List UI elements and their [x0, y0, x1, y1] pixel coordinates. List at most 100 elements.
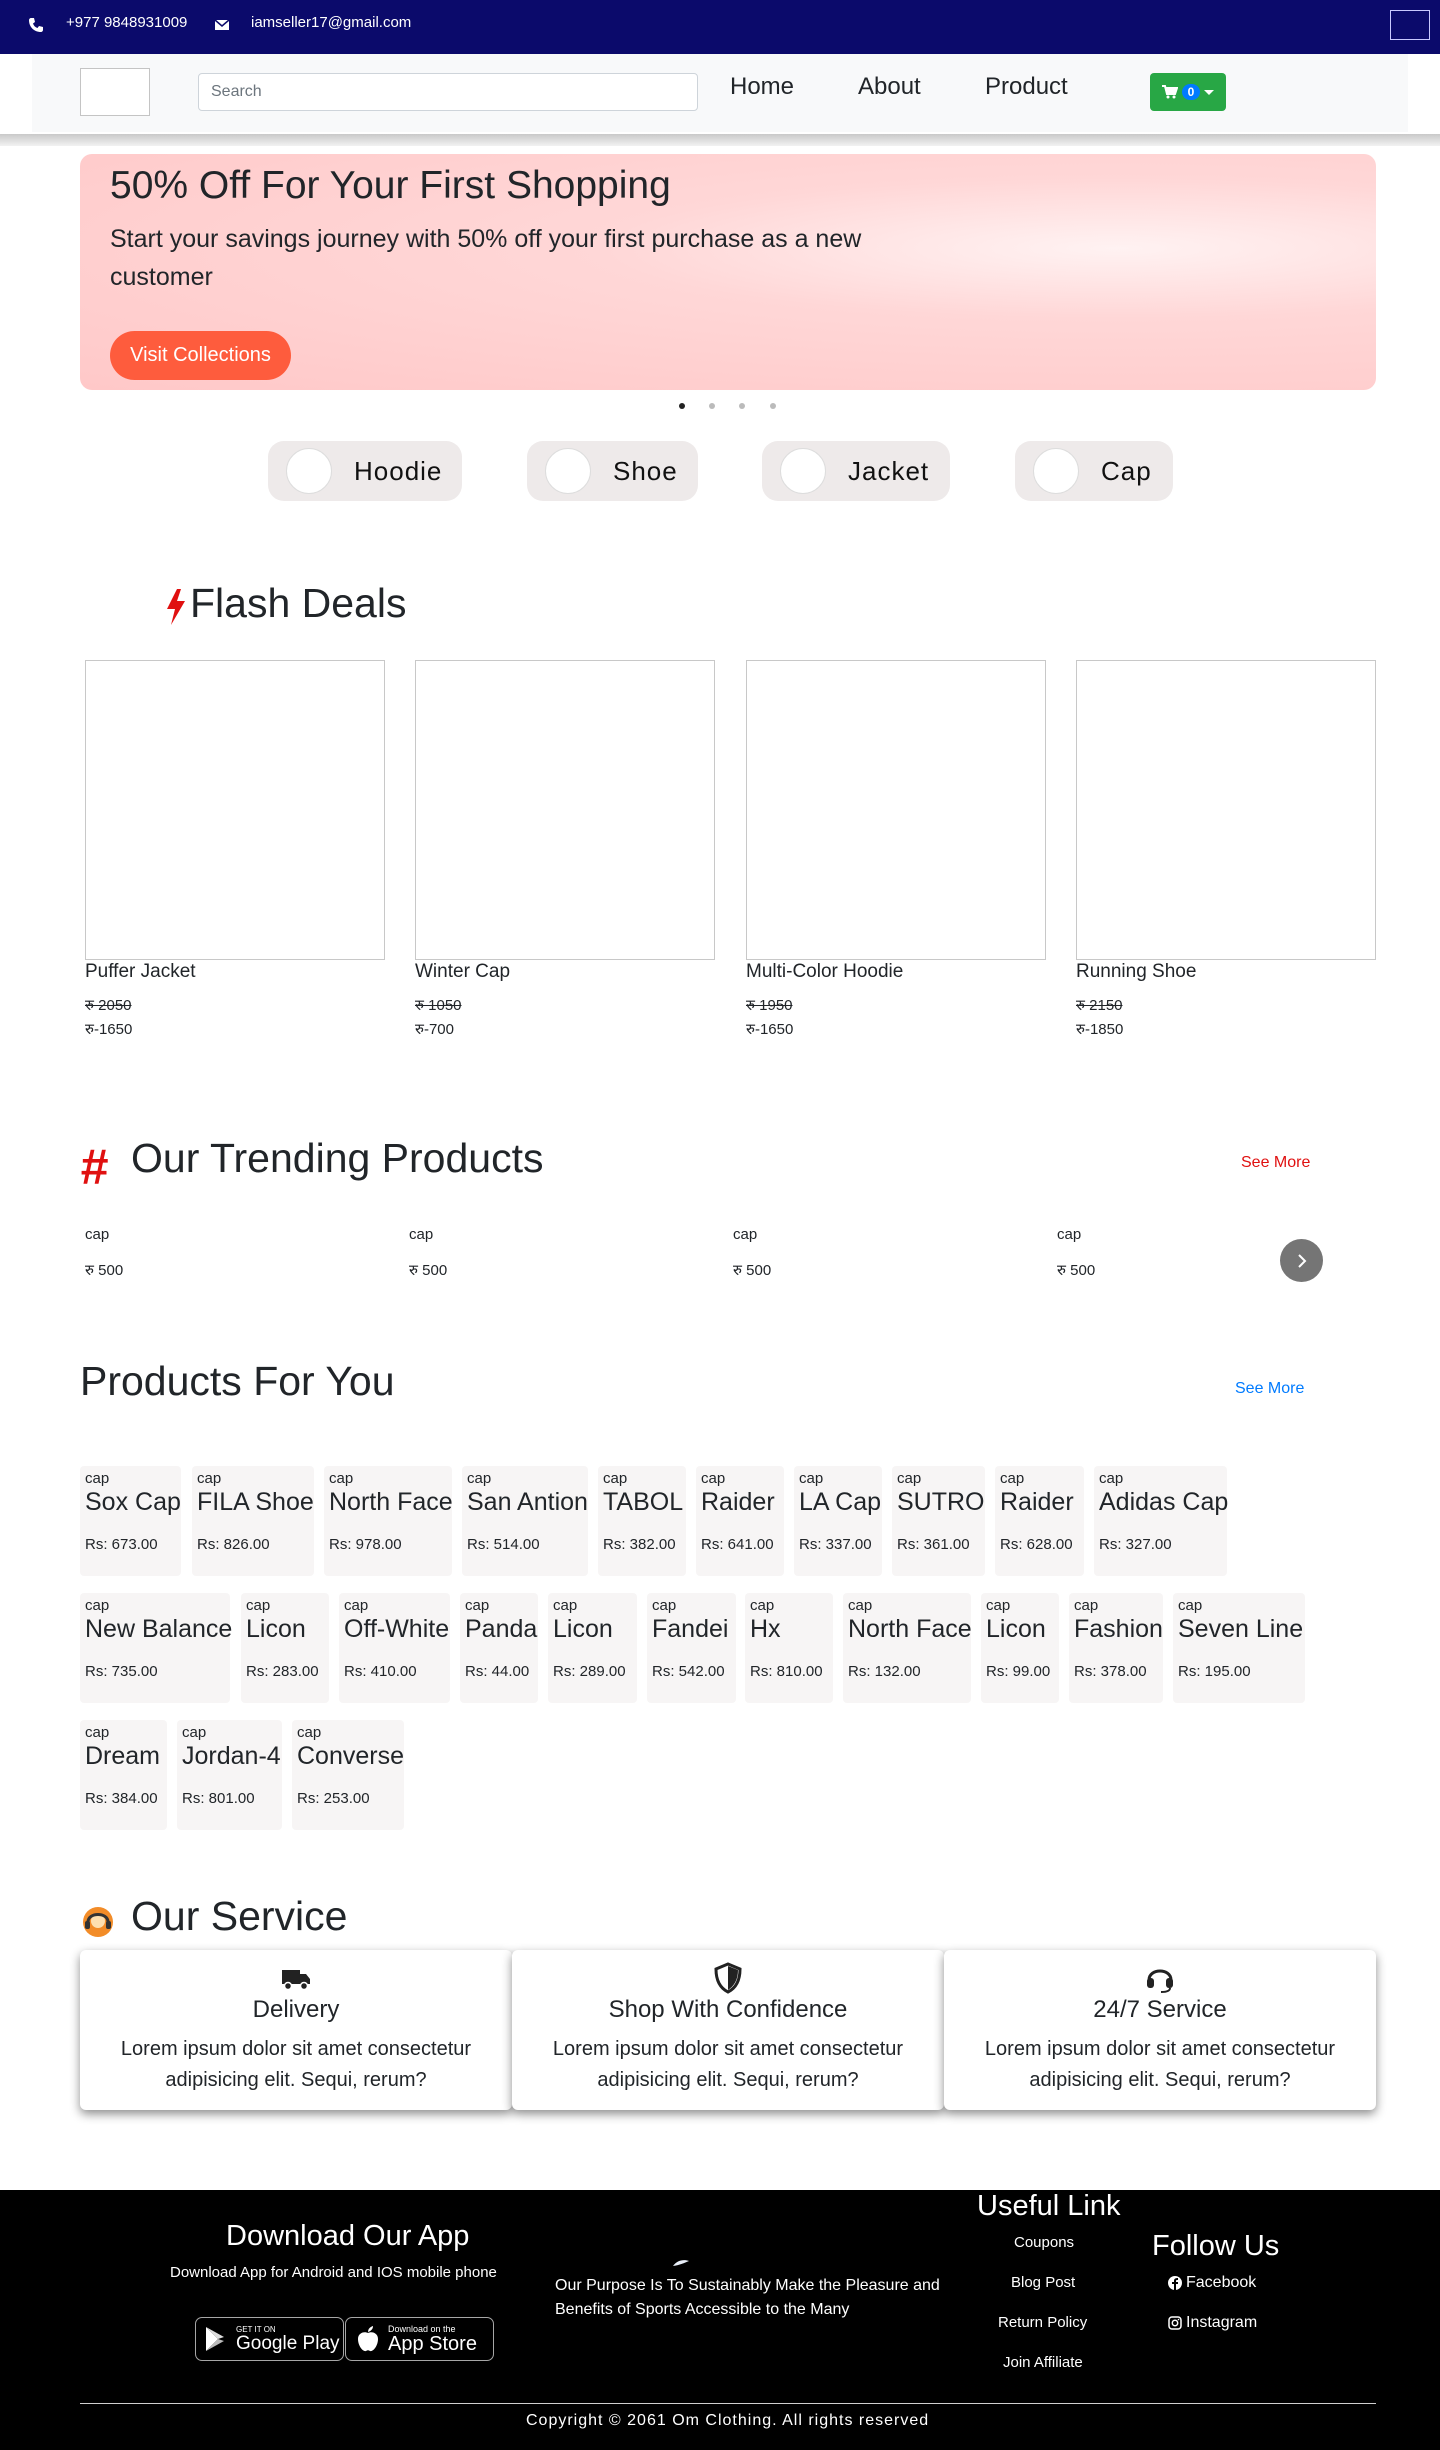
- nav-link-home[interactable]: Home: [730, 73, 794, 101]
- product-image-alt: cap: [799, 1470, 824, 1487]
- category-cap[interactable]: Cap: [1015, 441, 1173, 501]
- instagram-link[interactable]: Instagram: [1168, 2314, 1257, 2332]
- service-card-confidence: Shop With Confidence Lorem ipsum dolor s…: [512, 1950, 944, 2110]
- footer-link-blog-post[interactable]: Blog Post: [1011, 2274, 1075, 2291]
- product-card[interactable]: cap LA Cap Rs: 337.00: [794, 1466, 882, 1576]
- product-price: Rs: 382.00: [603, 1536, 676, 1553]
- cart-button[interactable]: 0: [1150, 73, 1226, 111]
- product-card[interactable]: cap FILA Shoe Rs: 826.00: [192, 1466, 314, 1576]
- carousel-dot[interactable]: [679, 403, 685, 409]
- envelope-icon: [214, 19, 230, 30]
- visit-collections-button[interactable]: Visit Collections: [110, 331, 291, 380]
- product-card[interactable]: cap Fashion Rs: 378.00: [1069, 1593, 1163, 1703]
- category-label: Hoodie: [354, 455, 443, 486]
- trending-image-alt[interactable]: cap: [85, 1226, 109, 1243]
- product-name[interactable]: Puffer Jacket: [85, 961, 196, 983]
- product-image[interactable]: [415, 660, 715, 960]
- follow-us-title: Follow Us: [1152, 2230, 1280, 2262]
- product-image-alt: cap: [848, 1597, 873, 1614]
- footer-purpose-text: Our Purpose Is To Sustainably Make the P…: [555, 2277, 940, 2318]
- service-description: Lorem ipsum dolor sit amet consectetur a…: [984, 2038, 1336, 2091]
- product-card[interactable]: cap Licon Rs: 289.00: [548, 1593, 637, 1703]
- product-name[interactable]: Running Shoe: [1076, 961, 1196, 983]
- product-old-price: रु 1050: [415, 997, 462, 1014]
- search-input[interactable]: [198, 73, 698, 111]
- product-price: Rs: 132.00: [848, 1663, 921, 1680]
- trending-price: रु 500: [1057, 1262, 1096, 1279]
- google-play-button[interactable]: GET IT ON Google Play: [195, 2317, 344, 2361]
- product-image[interactable]: [746, 660, 1046, 960]
- product-name: Converse: [297, 1742, 404, 1770]
- site-logo[interactable]: [80, 68, 150, 116]
- product-price: Rs: 361.00: [897, 1536, 970, 1553]
- product-card[interactable]: cap Raider Rs: 628.00: [995, 1466, 1084, 1576]
- product-card[interactable]: cap Panda Rs: 44.00: [460, 1593, 538, 1703]
- footer-link-coupons[interactable]: Coupons: [1014, 2234, 1074, 2251]
- carousel-next-button[interactable]: [1280, 1239, 1323, 1282]
- phone-icon: [29, 18, 43, 32]
- nav-link-product[interactable]: Product: [985, 73, 1068, 101]
- products-for-you-title: Products For You: [80, 1358, 395, 1404]
- trending-image-alt[interactable]: cap: [1057, 1226, 1081, 1243]
- category-image: [286, 448, 332, 494]
- product-card[interactable]: cap Licon Rs: 283.00: [241, 1593, 329, 1703]
- category-jacket[interactable]: Jacket: [762, 441, 950, 501]
- product-card[interactable]: cap TABOL Rs: 382.00: [598, 1466, 686, 1576]
- product-price: Rs: 289.00: [553, 1663, 626, 1680]
- carousel-dot[interactable]: [709, 403, 715, 409]
- product-price: Rs: 327.00: [1099, 1536, 1172, 1553]
- product-card[interactable]: cap Off-White Rs: 410.00: [339, 1593, 450, 1703]
- trending-image-alt[interactable]: cap: [733, 1226, 757, 1243]
- product-old-price: रु 1950: [746, 997, 793, 1014]
- flash-deals-title: Flash Deals: [190, 580, 407, 626]
- product-card[interactable]: cap Licon Rs: 99.00: [981, 1593, 1059, 1703]
- product-name: Jordan-4: [182, 1742, 281, 1770]
- product-card[interactable]: cap North Face Rs: 978.00: [324, 1466, 453, 1576]
- product-price: Rs: 641.00: [701, 1536, 774, 1553]
- product-card[interactable]: cap San Antion Rs: 514.00: [462, 1466, 588, 1576]
- product-card[interactable]: cap Hx Rs: 810.00: [745, 1593, 833, 1703]
- product-card[interactable]: cap Converse Rs: 253.00: [292, 1720, 404, 1830]
- instagram-icon: [1168, 2316, 1182, 2330]
- product-card[interactable]: cap Seven Line Rs: 195.00: [1173, 1593, 1305, 1703]
- footer-link-join-affiliate[interactable]: Join Affiliate: [1003, 2354, 1083, 2371]
- download-app-title: Download Our App: [226, 2220, 470, 2252]
- product-card[interactable]: cap Dream Rs: 384.00: [80, 1720, 167, 1830]
- product-card[interactable]: cap North Face Rs: 132.00: [843, 1593, 972, 1703]
- category-shoe[interactable]: Shoe: [527, 441, 698, 501]
- product-name: Fandei: [652, 1615, 729, 1643]
- products-for-you-see-more-link[interactable]: See More: [1235, 1380, 1304, 1398]
- trending-image-alt[interactable]: cap: [409, 1226, 433, 1243]
- product-name[interactable]: Winter Cap: [415, 961, 510, 983]
- trending-see-more-link[interactable]: See More: [1241, 1154, 1310, 1172]
- category-hoodie[interactable]: Hoodie: [268, 441, 462, 501]
- product-image-alt: cap: [603, 1470, 628, 1487]
- product-name: Dream: [85, 1742, 161, 1770]
- product-card[interactable]: cap SUTRO Rs: 361.00: [892, 1466, 985, 1576]
- footer-link-return-policy[interactable]: Return Policy: [998, 2314, 1087, 2331]
- product-name[interactable]: Multi-Color Hoodie: [746, 961, 903, 983]
- carousel-dot[interactable]: [739, 403, 745, 409]
- nav-link-about[interactable]: About: [858, 73, 921, 101]
- copyright-text: Copyright © 2061 Om Clothing. All rights…: [526, 2412, 930, 2429]
- product-card[interactable]: cap Fandei Rs: 542.00: [647, 1593, 736, 1703]
- carousel-dot[interactable]: [770, 403, 776, 409]
- service-title: 24/7 Service: [1093, 1996, 1227, 2023]
- product-image[interactable]: [1076, 660, 1376, 960]
- product-price: Rs: 801.00: [182, 1790, 255, 1807]
- facebook-link[interactable]: Facebook: [1168, 2274, 1256, 2292]
- product-name: Hx: [750, 1615, 781, 1643]
- product-card[interactable]: cap Raider Rs: 641.00: [696, 1466, 784, 1576]
- headset-icon: [1147, 1969, 1173, 1993]
- product-image[interactable]: [85, 660, 385, 960]
- hero-title: 50% Off For Your First Shopping: [110, 164, 671, 207]
- product-card[interactable]: cap Jordan-4 Rs: 801.00: [177, 1720, 282, 1830]
- product-card[interactable]: cap Adidas Cap Rs: 327.00: [1094, 1466, 1228, 1576]
- product-card[interactable]: cap New Balance Rs: 735.00: [80, 1593, 232, 1703]
- product-image-alt: cap: [85, 1470, 110, 1487]
- language-flag-image[interactable]: [1390, 10, 1430, 40]
- category-image: [545, 448, 591, 494]
- service-support-icon: [83, 1907, 113, 1937]
- product-card[interactable]: cap Sox Cap Rs: 673.00: [80, 1466, 181, 1576]
- app-store-button[interactable]: Download on the App Store: [345, 2317, 494, 2361]
